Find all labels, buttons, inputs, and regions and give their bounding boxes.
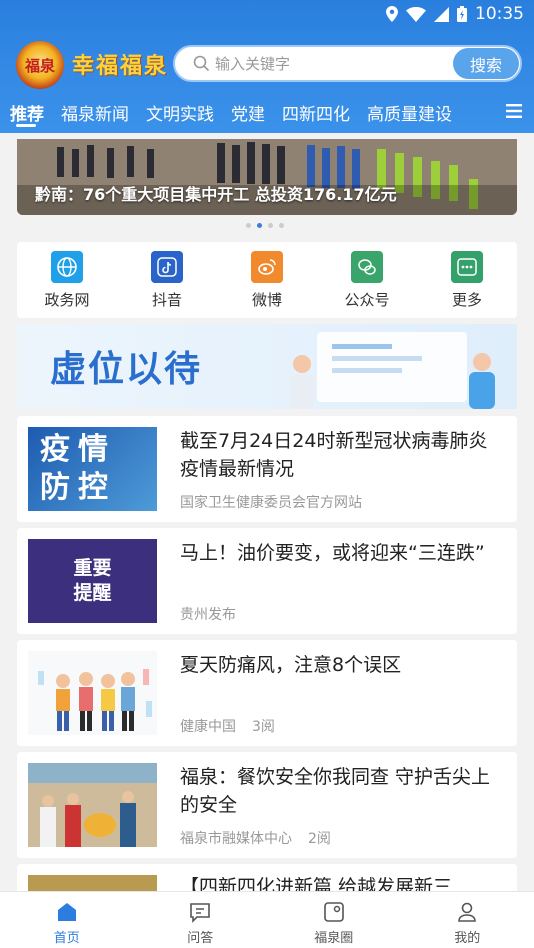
news-reads: 3阅 [252, 719, 275, 735]
news-thumbnail [28, 651, 157, 735]
news-thumbnail [28, 875, 157, 891]
nav-home[interactable]: 首页 [0, 892, 134, 948]
news-card[interactable]: 【四新四化进新篇 给越发展新三 [17, 864, 517, 891]
tab-party-building[interactable]: 党建 [231, 96, 265, 130]
news-title: 截至7月24日24时新型冠状病毒肺炎疫情最新情况 [180, 430, 488, 480]
wifi-icon [406, 6, 426, 22]
weibo-icon [251, 251, 283, 283]
news-source: 健康中国 [180, 719, 236, 735]
news-card[interactable]: 疫情防控 截至7月24日24时新型冠状病毒肺炎疫情最新情况 国家卫生健康委员会官… [17, 416, 517, 522]
nav-label: 首页 [53, 931, 80, 946]
quick-link-label: 公众号 [344, 291, 390, 309]
douyin-icon [151, 251, 183, 283]
nav-label: 福泉圈 [314, 931, 354, 946]
status-time: 10:35 [475, 4, 524, 24]
news-card[interactable]: 夏天防痛风，注意8个误区 健康中国 3阅 [17, 640, 517, 746]
news-thumbnail [28, 763, 157, 847]
quick-link-label: 抖音 [151, 291, 182, 309]
banner-pagination [246, 223, 284, 228]
wechat-icon [351, 251, 383, 283]
news-source: 国家卫生健康委员会官方网站 [180, 495, 362, 511]
nav-qa[interactable]: 问答 [134, 892, 268, 948]
ad-illustration [290, 332, 495, 409]
circle-icon [323, 902, 344, 922]
quick-link-label: 微博 [251, 291, 282, 309]
quick-link-gov[interactable]: 政务网 [17, 242, 117, 318]
tab-fuquan-news[interactable]: 福泉新闻 [61, 96, 129, 130]
news-card[interactable]: 福泉：餐饮安全你我同查 守护舌尖上的安全 福泉市融媒体中心 2阅 [17, 752, 517, 858]
quick-link-wechat[interactable]: 公众号 [317, 242, 417, 318]
tab-high-quality[interactable]: 高质量建设 [367, 96, 452, 130]
app-logo: 福泉 [16, 41, 64, 89]
thumb-text: 重要提醒 [73, 557, 112, 604]
pagination-dot-active [257, 223, 262, 228]
thumb-illustration [38, 669, 152, 731]
news-title: 福泉：餐饮安全你我同查 守护舌尖上的安全 [180, 766, 491, 816]
more-icon [451, 251, 483, 283]
banner-title: 黔南：76个重大项目集中开工 总投资176.17亿元 [35, 185, 397, 204]
quick-link-more[interactable]: 更多 [417, 242, 517, 318]
home-icon [57, 903, 76, 921]
ad-banner[interactable]: 虚位以待 [17, 324, 517, 409]
ad-text: 虚位以待 [50, 349, 203, 390]
bottom-navigation: 首页 问答 福泉圈 我的 [0, 891, 534, 948]
logo-text: 福泉 [24, 56, 55, 75]
search-input[interactable] [215, 53, 445, 75]
pagination-dot [246, 223, 251, 228]
quick-link-douyin[interactable]: 抖音 [117, 242, 217, 318]
nav-profile[interactable]: 我的 [401, 892, 534, 948]
news-banner[interactable]: 黔南：76个重大项目集中开工 总投资176.17亿元 [17, 139, 517, 215]
tab-civilization-practice[interactable]: 文明实践 [146, 96, 214, 130]
tab-recommend[interactable]: 推荐 [10, 96, 44, 130]
signal-icon [434, 6, 449, 22]
menu-icon[interactable] [506, 104, 522, 118]
nav-circle[interactable]: 福泉圈 [267, 892, 401, 948]
news-title: 夏天防痛风，注意8个误区 [180, 654, 402, 676]
thumb-photo [28, 763, 157, 847]
nav-label: 问答 [187, 931, 214, 946]
status-bar: 10:35 [0, 0, 534, 28]
search-bar[interactable]: 搜索 [173, 45, 522, 82]
globe-icon [51, 251, 83, 283]
search-icon [193, 55, 210, 72]
search-button[interactable]: 搜索 [453, 48, 519, 79]
news-thumbnail: 重要提醒 [28, 539, 157, 623]
location-icon [386, 6, 398, 22]
news-reads: 2阅 [308, 831, 331, 847]
tab-four-new[interactable]: 四新四化 [282, 96, 350, 130]
news-card[interactable]: 重要提醒 马上！油价要变，或将迎来“三连跌” 贵州发布 [17, 528, 517, 634]
quick-links: 政务网 抖音 微博 公众号 更多 [17, 242, 517, 318]
news-thumbnail: 疫情防控 [28, 427, 157, 511]
quick-link-weibo[interactable]: 微博 [217, 242, 317, 318]
thumb-text: 疫情防控 [40, 432, 116, 505]
quick-link-label: 更多 [451, 291, 482, 309]
chat-icon [190, 903, 211, 923]
user-icon [458, 902, 477, 922]
pagination-dot [279, 223, 284, 228]
news-source: 福泉市融媒体中心 [180, 831, 292, 847]
category-tabs: 推荐 福泉新闻 文明实践 党建 四新四化 高质量建设 [0, 96, 534, 130]
nav-label: 我的 [454, 931, 481, 946]
news-title: 【四新四化进新篇 给越发展新三 [180, 876, 453, 891]
battery-icon [457, 6, 467, 22]
brand-title: 幸福福泉 [72, 53, 169, 79]
news-source: 贵州发布 [180, 607, 236, 623]
pagination-dot [268, 223, 273, 228]
quick-link-label: 政务网 [44, 291, 90, 309]
news-title: 马上！油价要变，或将迎来“三连跌” [180, 542, 485, 564]
